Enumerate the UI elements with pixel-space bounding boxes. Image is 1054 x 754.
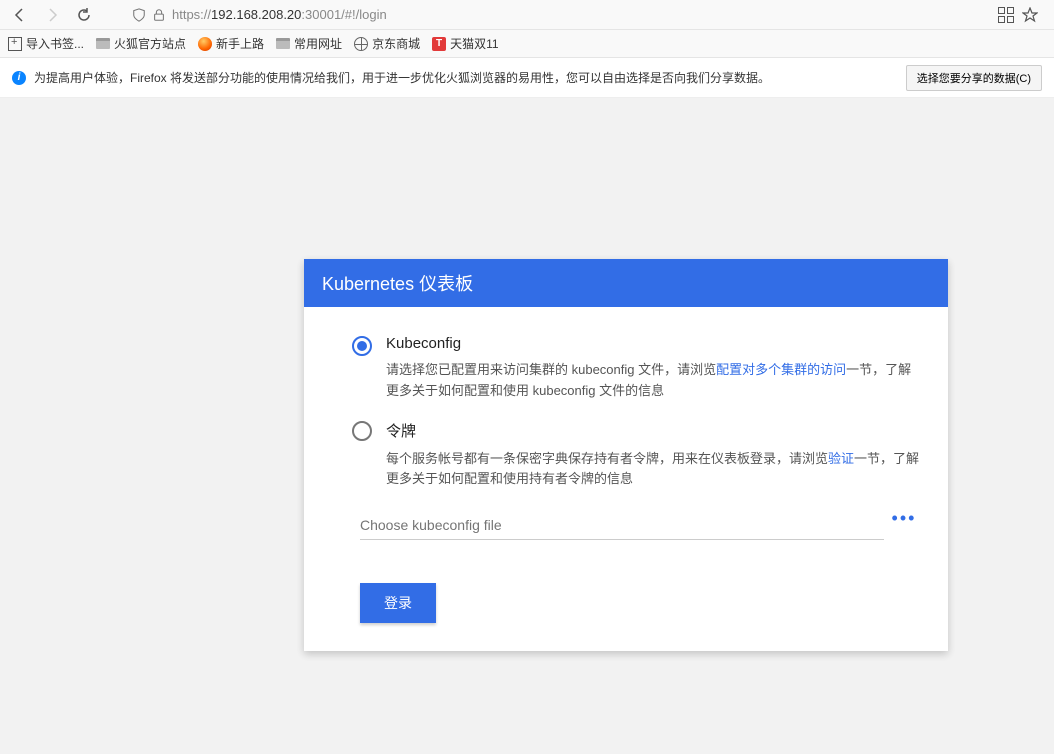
import-icon <box>8 37 22 51</box>
url-bar[interactable]: https://192.168.208.20:30001/#!/login <box>124 7 990 22</box>
globe-icon <box>354 37 368 51</box>
folder-icon <box>96 38 110 49</box>
info-text: 为提高用户体验，Firefox 将发送部分功能的使用情况给我们，用于进一步优化火… <box>34 69 770 86</box>
lock-icon <box>152 8 166 22</box>
choose-data-button[interactable]: 选择您要分享的数据(C) <box>906 65 1042 91</box>
option-desc: 请选择您已配置用来访问集群的 kubeconfig 文件，请浏览配置对多个集群的… <box>386 360 924 402</box>
card-header: Kubernetes 仪表板 <box>304 259 948 307</box>
link-multi-cluster[interactable]: 配置对多个集群的访问 <box>716 362 846 377</box>
login-button[interactable]: 登录 <box>360 583 436 623</box>
forward-button[interactable] <box>40 3 64 27</box>
bookmark-label: 京东商城 <box>372 35 420 52</box>
browser-toolbar: https://192.168.208.20:30001/#!/login <box>0 0 1054 30</box>
bookmark-label: 火狐官方站点 <box>114 35 186 52</box>
more-menu-button[interactable]: ••• <box>884 508 924 543</box>
option-title: 令牌 <box>386 420 924 441</box>
main-area: Kubernetes 仪表板 Kubeconfig 请选择您已配置用来访问集群的… <box>0 98 1054 754</box>
folder-icon <box>276 38 290 49</box>
kubeconfig-file-input[interactable] <box>360 511 884 540</box>
bookmark-jd[interactable]: 京东商城 <box>354 35 420 52</box>
bookmark-getting-started[interactable]: 新手上路 <box>198 35 264 52</box>
link-auth[interactable]: 验证 <box>828 451 854 466</box>
bookmark-label: 天猫双11 <box>450 35 498 52</box>
option-kubeconfig[interactable]: Kubeconfig 请选择您已配置用来访问集群的 kubeconfig 文件，… <box>352 335 924 402</box>
radio-token[interactable] <box>352 421 372 441</box>
tmall-icon: T <box>432 37 446 51</box>
login-card: Kubernetes 仪表板 Kubeconfig 请选择您已配置用来访问集群的… <box>304 259 948 651</box>
url-text: https://192.168.208.20:30001/#!/login <box>172 7 387 22</box>
bookmarks-bar: 导入书签... 火狐官方站点 新手上路 常用网址 京东商城 T 天猫双11 <box>0 30 1054 58</box>
bookmark-tmall[interactable]: T 天猫双11 <box>432 35 498 52</box>
info-bar: i 为提高用户体验，Firefox 将发送部分功能的使用情况给我们，用于进一步优… <box>0 58 1054 98</box>
bookmark-common-sites[interactable]: 常用网址 <box>276 35 342 52</box>
qr-icon[interactable] <box>998 7 1014 23</box>
option-desc: 每个服务帐号都有一条保密字典保存持有者令牌，用来在仪表板登录，请浏览验证一节，了… <box>386 449 924 491</box>
firefox-icon <box>198 37 212 51</box>
bookmark-firefox-official[interactable]: 火狐官方站点 <box>96 35 186 52</box>
bookmark-import[interactable]: 导入书签... <box>8 35 84 52</box>
info-icon: i <box>12 71 26 85</box>
option-token[interactable]: 令牌 每个服务帐号都有一条保密字典保存持有者令牌，用来在仪表板登录，请浏览验证一… <box>352 420 924 491</box>
bookmark-label: 导入书签... <box>26 35 84 52</box>
card-body: Kubeconfig 请选择您已配置用来访问集群的 kubeconfig 文件，… <box>304 307 948 651</box>
star-icon[interactable] <box>1022 7 1038 23</box>
back-button[interactable] <box>8 3 32 27</box>
option-title: Kubeconfig <box>386 335 924 352</box>
bookmark-label: 常用网址 <box>294 35 342 52</box>
radio-kubeconfig[interactable] <box>352 336 372 356</box>
reload-button[interactable] <box>72 3 96 27</box>
shield-icon <box>132 8 146 22</box>
bookmark-label: 新手上路 <box>216 35 264 52</box>
file-row: ••• <box>360 508 924 543</box>
